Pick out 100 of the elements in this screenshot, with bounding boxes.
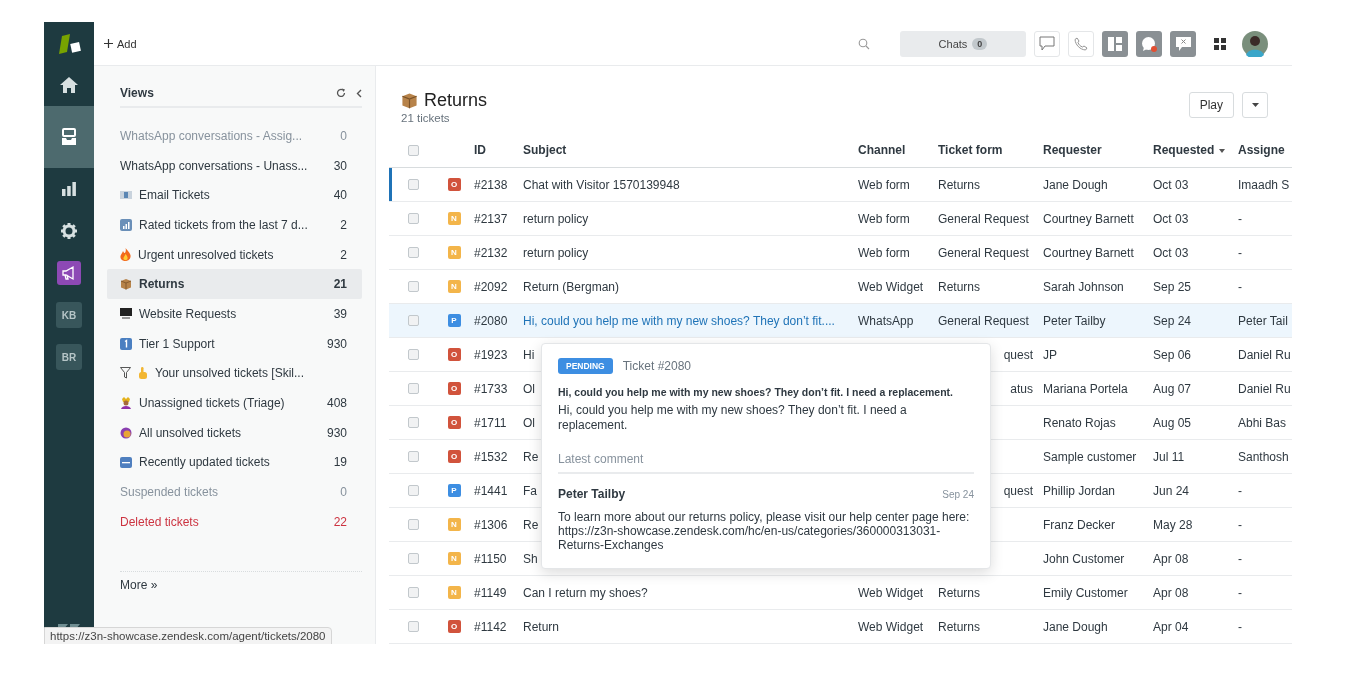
view-title: Returns (424, 90, 488, 111)
ticket-date: Jul 11 (1153, 449, 1185, 464)
ticket-assignee: Daniel Ru (1238, 381, 1291, 396)
status-badge: N (447, 212, 461, 225)
ticket-form: Returns (938, 279, 981, 294)
view-count: 22 (333, 514, 347, 529)
ticket-date: Apr 08 (1153, 585, 1189, 600)
status-badge: O (447, 450, 461, 463)
ticket-channel: Web Widget (858, 279, 924, 294)
status-badge: O (447, 416, 461, 429)
status-badge: P (447, 314, 461, 327)
ticket-requester: Mariana Portela (1043, 381, 1128, 396)
comment-date: Sep 24 (942, 488, 974, 500)
ticket-date: Oct 03 (1153, 245, 1189, 260)
status-badge: O (447, 382, 461, 395)
ticket-description: Hi, could you help me with my new shoes? They don’t fit. I need a replacement. (558, 403, 908, 433)
ticket-date: Sep 06 (1153, 347, 1192, 362)
ticket-assignee: Peter Tail (1238, 313, 1288, 328)
ticket-assignee: - (1238, 585, 1242, 600)
ticket-id: #1149 (474, 585, 507, 600)
ticket-count: 21 tickets (401, 112, 451, 124)
ticket-date: Oct 03 (1153, 177, 1189, 192)
ticket-id: #1711 (474, 415, 507, 430)
view-count: 40 (333, 188, 347, 203)
ticket-form: quest (1003, 347, 1033, 362)
section-label: Latest comment (558, 452, 974, 474)
status-badge: N (447, 586, 461, 599)
ticket-form: atus (1010, 381, 1033, 396)
ticket-id: #2138 (474, 177, 508, 192)
view-count: 30 (333, 158, 347, 173)
ticket-assignee: - (1238, 211, 1242, 226)
ticket-id: #2132 (474, 245, 508, 260)
ticket-date: Sep 25 (1153, 279, 1192, 294)
ticket-assignee: Imaadh S (1238, 177, 1290, 192)
ticket-id: #2092 (474, 279, 508, 294)
ticket-form: General Request (938, 211, 1029, 226)
chats-count: 0 (972, 37, 988, 50)
ticket-channel: Web form (858, 177, 910, 192)
ticket-date: May 28 (1153, 517, 1193, 532)
ticket-date: Apr 04 (1153, 619, 1189, 634)
ticket-subject: Hi, could you help me with my new shoes? They don’t fit. I need a replacement. (558, 386, 954, 398)
ticket-channel: Web Widget (858, 619, 924, 634)
ticket-date: Aug 05 (1153, 415, 1192, 430)
ticket-form: General Request (938, 313, 1029, 328)
ticket-assignee: - (1238, 279, 1242, 294)
status-badge: O (447, 178, 461, 191)
view-count: 0 (340, 485, 347, 500)
ticket-requester: Jane Dough (1043, 619, 1108, 634)
ticket-requester: Courtney Barnett (1043, 245, 1134, 260)
ticket-id: #1142 (474, 619, 507, 634)
ticket-requester: Jane Dough (1043, 177, 1108, 192)
status-badge: N (447, 552, 461, 565)
ticket-requester: Courtney Barnett (1043, 211, 1134, 226)
ticket-form: Returns (938, 619, 981, 634)
ticket-id: #1306 (474, 517, 508, 532)
ticket-date: Jun 24 (1153, 483, 1190, 498)
view-count: 408 (326, 396, 347, 411)
ticket-requester: Phillip Jordan (1043, 483, 1116, 498)
ticket-id: #1733 (474, 381, 508, 396)
ticket-channel: Web Widget (858, 585, 924, 600)
ticket-number: Ticket #2080 (622, 359, 691, 373)
view-count: 2 (340, 217, 347, 232)
ticket-assignee: - (1238, 483, 1242, 498)
ticket-id: #1441 (474, 483, 508, 498)
ticket-id: #2137 (474, 211, 508, 226)
comment-text: To learn more about our returns policy, please visit our help center page here: https://z3n-showcase.zendesk.com/hc/en-us/categories/360000313031-Returns-Exchanges (558, 510, 971, 552)
link-url-tooltip: https://z3n-showcase.zendesk.com/agent/tickets/2080 (44, 627, 332, 644)
status-badge: N (447, 280, 461, 293)
view-count: 39 (333, 306, 347, 321)
ticket-form: Returns (938, 585, 981, 600)
ticket-requester: Franz Decker (1043, 517, 1116, 532)
ticket-assignee: - (1238, 551, 1242, 566)
ticket-form: Returns (938, 177, 981, 192)
ticket-requester: Sample customer (1043, 449, 1137, 464)
ticket-date: Aug 07 (1153, 381, 1192, 396)
ticket-id: #1923 (474, 347, 508, 362)
ticket-channel: Web form (858, 211, 910, 226)
view-count: 2 (340, 247, 347, 262)
views-title: Views (120, 86, 155, 100)
ticket-channel: WhatsApp (858, 313, 914, 328)
ticket-requester: Emily Customer (1043, 585, 1128, 600)
ticket-assignee: Santhosh (1238, 449, 1289, 464)
ticket-requester: John Customer (1043, 551, 1125, 566)
ticket-date: Oct 03 (1153, 211, 1189, 226)
ticket-requester: Peter Tailby (1043, 313, 1106, 328)
view-count: 930 (326, 336, 347, 351)
ticket-form: quest (1003, 483, 1033, 498)
ticket-id: #1532 (474, 449, 508, 464)
ticket-assignee: - (1238, 517, 1242, 532)
view-count: 930 (326, 425, 347, 440)
view-count: 19 (333, 455, 347, 470)
ticket-assignee: Abhi Bas (1238, 415, 1287, 430)
status-badge: P (447, 484, 461, 497)
ticket-requester: Sarah Johnson (1043, 279, 1124, 294)
ticket-form: General Request (938, 245, 1029, 260)
ticket-channel: Web form (858, 245, 910, 260)
status-badge: N (447, 518, 461, 531)
status-badge: N (447, 246, 461, 259)
status-badge: O (447, 348, 461, 361)
status-badge: PENDING (558, 358, 613, 374)
